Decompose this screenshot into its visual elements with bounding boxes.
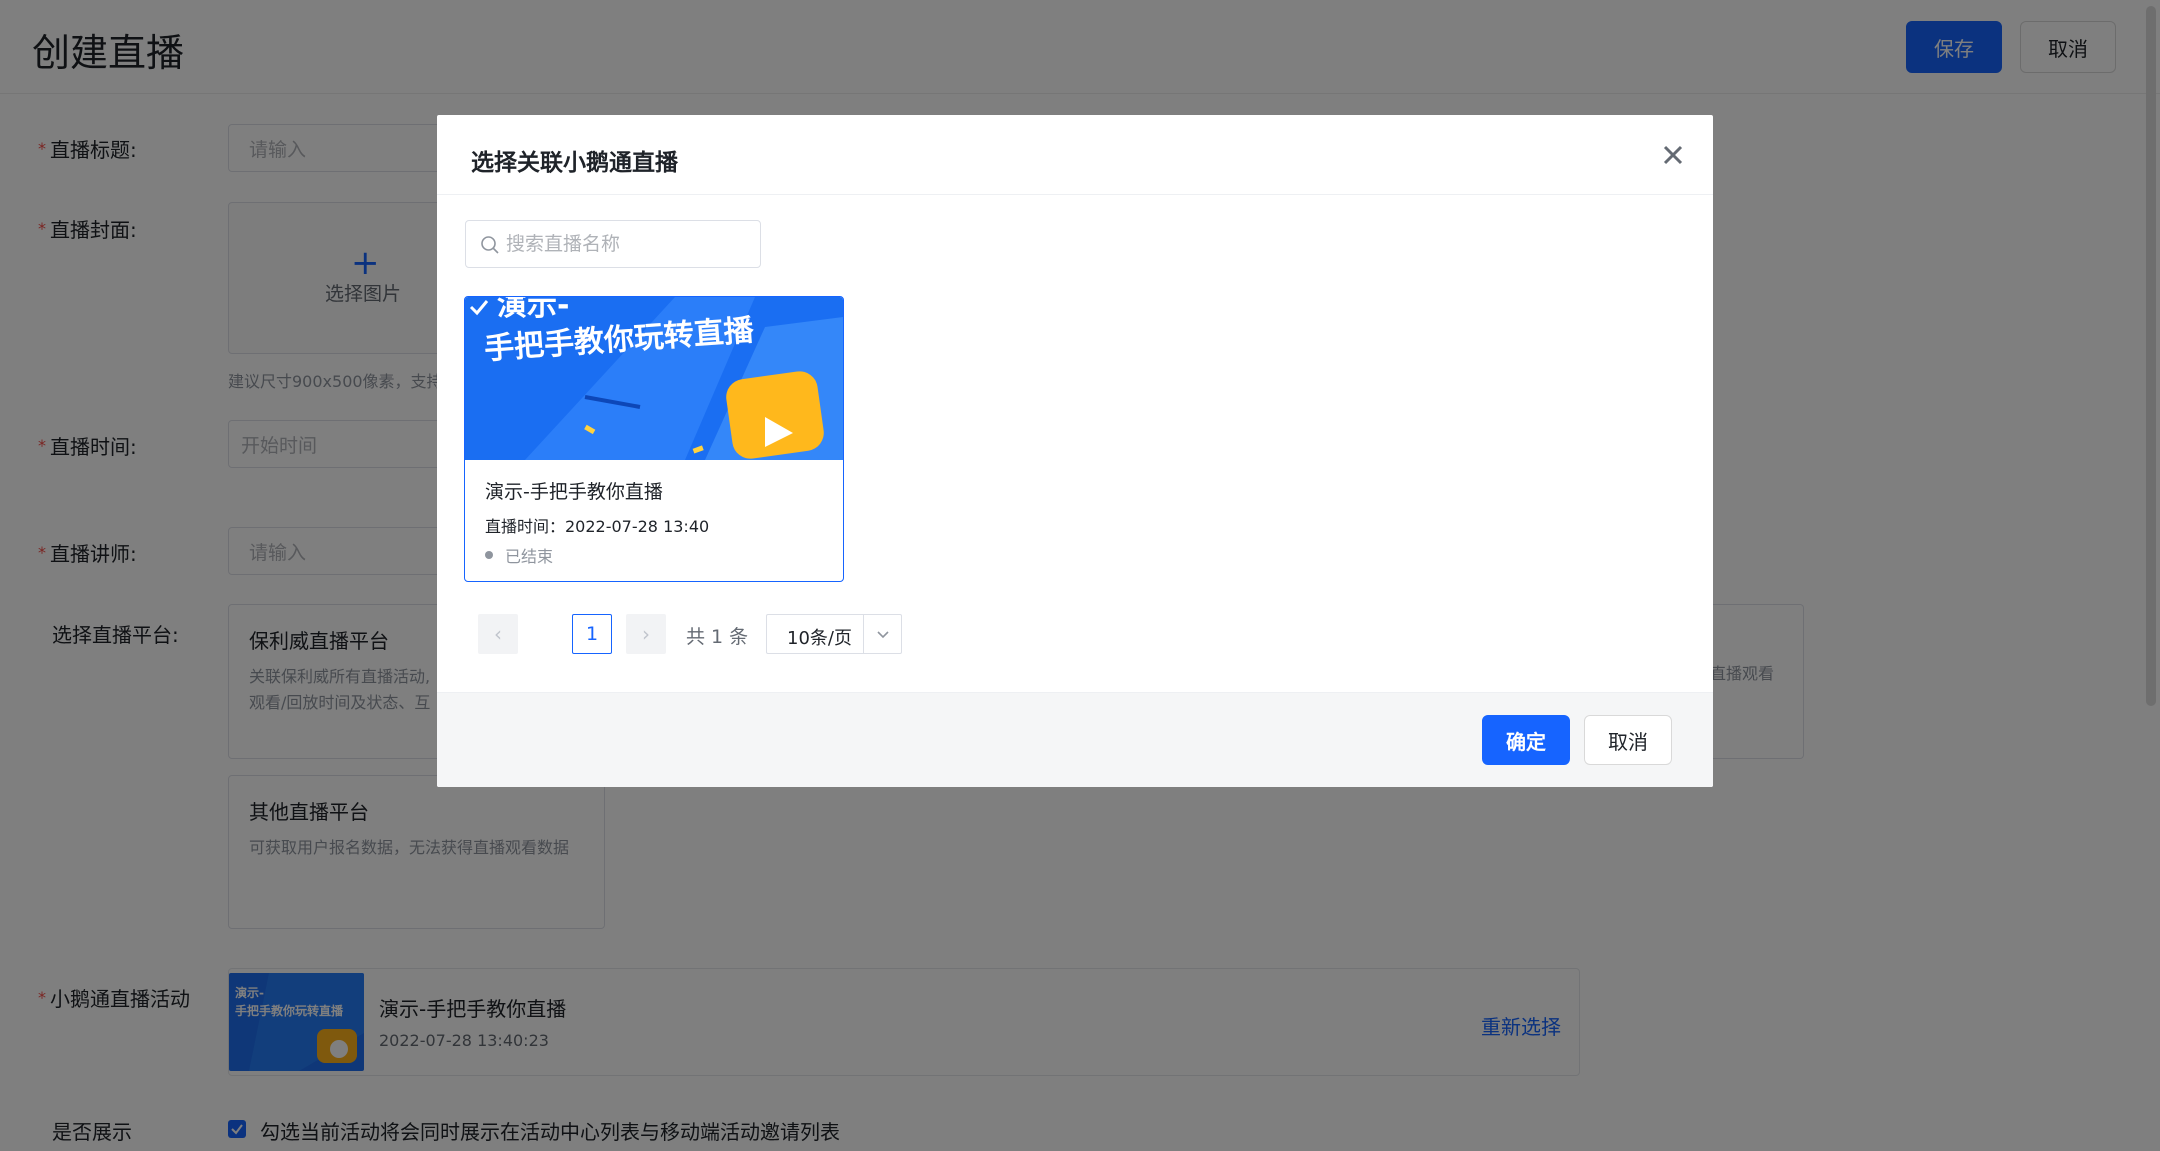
modal-cancel-button[interactable]: 取消 [1584, 715, 1672, 765]
scrollbar-thumb[interactable] [2146, 6, 2156, 706]
modal-title: 选择关联小鹅通直播 [471, 150, 678, 176]
confirm-button[interactable]: 确定 [1482, 715, 1570, 765]
cover-line1: 演示- [497, 297, 569, 323]
live-card[interactable]: 演示- 手把手教你玩转直播 演示-手把手教你直播 直播时间：2022-07-28… [464, 296, 844, 582]
status-badge: 已结束 [485, 543, 553, 567]
select-live-modal: 选择关联小鹅通直播 演示- 手把手教你玩转直播 [437, 115, 1713, 787]
close-icon[interactable] [1655, 137, 1691, 173]
page-size-select[interactable]: 10条/页 [766, 614, 902, 654]
page-1-button[interactable]: 1 [572, 614, 612, 654]
live-cover-image: 演示- 手把手教你玩转直播 [465, 297, 843, 460]
page-size-value: 10条/页 [787, 628, 852, 649]
live-name: 演示-手把手教你直播 [485, 481, 663, 503]
modal-footer: 确定 取消 [437, 692, 1713, 787]
search-icon [480, 235, 500, 259]
live-time: 直播时间：2022-07-28 13:40 [485, 517, 710, 536]
search-box[interactable] [465, 220, 761, 268]
prev-page-button[interactable]: ‹ [478, 614, 518, 654]
status-dot-icon [485, 551, 493, 559]
chevron-down-icon [875, 626, 891, 646]
next-page-button[interactable]: › [626, 614, 666, 654]
search-input[interactable] [506, 229, 746, 259]
select-divider [863, 615, 864, 653]
modal-header: 选择关联小鹅通直播 [437, 115, 1713, 195]
pagination: ‹ 1 › 共 1 条 10条/页 [478, 614, 918, 654]
total-count: 共 1 条 [686, 626, 749, 648]
page-scrollbar[interactable] [2142, 0, 2160, 1151]
